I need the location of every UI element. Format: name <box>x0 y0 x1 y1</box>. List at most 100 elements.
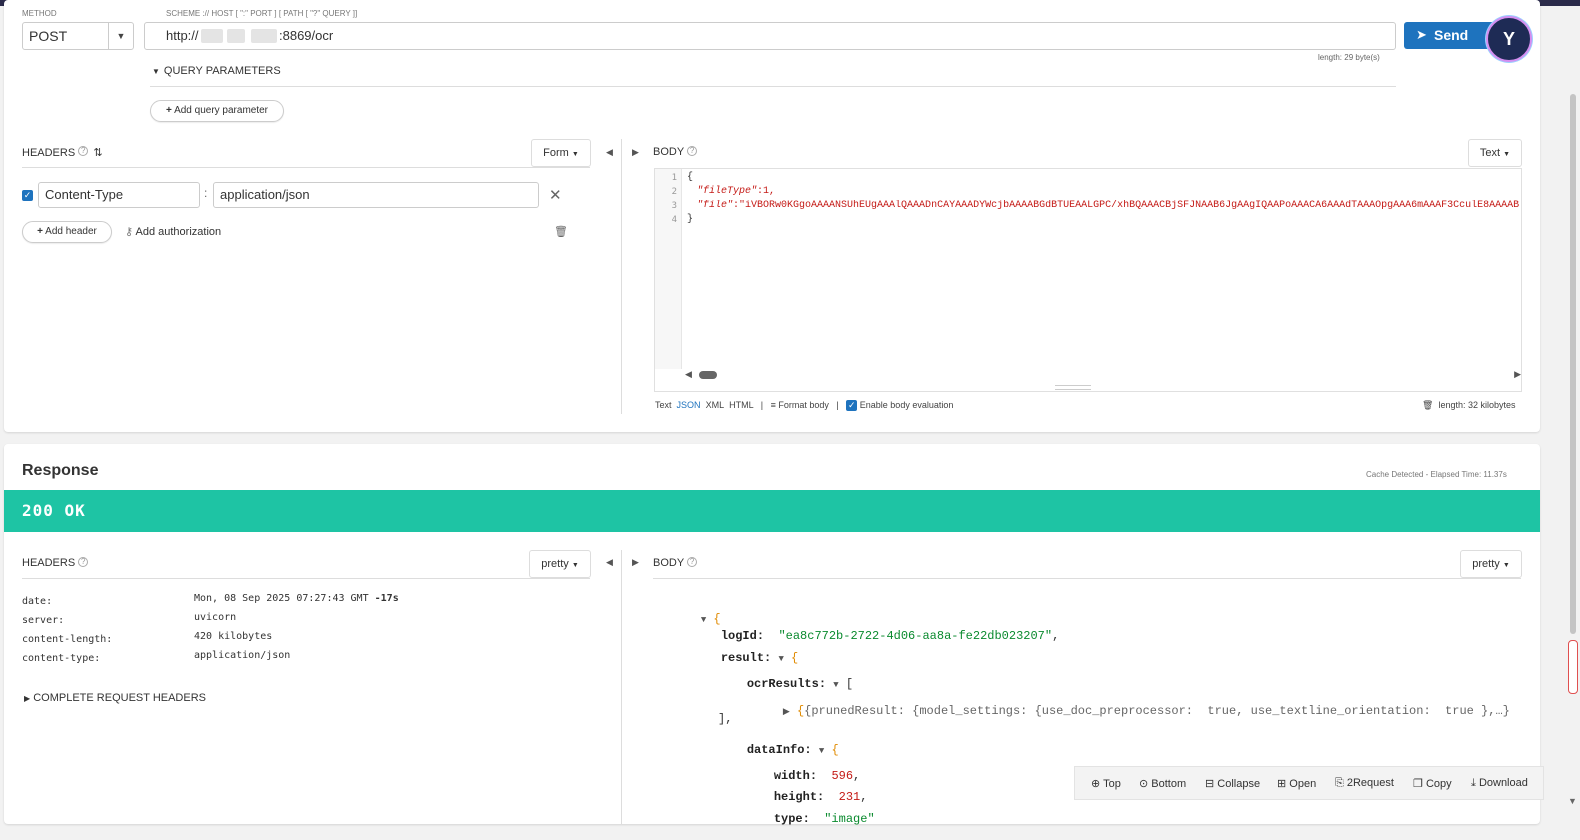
chevron-left-icon[interactable]: ◀ <box>606 557 613 568</box>
copy-label: Copy <box>1425 778 1452 790</box>
plus-icon: + <box>37 226 43 237</box>
arrow-up-icon: ⊕ <box>1091 778 1101 790</box>
format-text[interactable]: Text <box>655 400 672 410</box>
scroll-thumb[interactable] <box>1568 640 1578 694</box>
body-mode-value: Text <box>1479 147 1501 159</box>
scroll-left-icon[interactable]: ◀ <box>685 369 692 380</box>
body-editor[interactable]: 1 2 3 4 { "fileType":1, "file":"iVBORw0K… <box>654 168 1522 392</box>
response-header-extra: -17s <box>374 593 399 604</box>
download-button[interactable]: ⤓ Download <box>1471 777 1528 790</box>
top-label: Top <box>1103 778 1121 790</box>
help-icon[interactable]: ? <box>78 146 89 156</box>
json-key: ocrResults: <box>746 677 827 691</box>
headers-mode-value: Form <box>543 147 569 159</box>
response-header-key: content-type: <box>22 653 101 664</box>
scroll-down-icon[interactable]: ▼ <box>1568 796 1577 806</box>
chevron-right-icon[interactable]: ▶ <box>632 557 639 568</box>
response-headers-mode-dropdown[interactable]: pretty ▼ <box>529 550 591 578</box>
method-label: METHOD <box>22 9 57 18</box>
header-name-input[interactable]: Content-Type <box>38 182 200 208</box>
chevron-down-icon: ▼ <box>571 562 579 569</box>
divider <box>22 578 590 579</box>
header-value-input[interactable]: application/json <box>213 182 539 208</box>
send-label: Send <box>1434 27 1469 43</box>
method-select[interactable]: POST ▼ <box>22 22 134 50</box>
response-header-value-text: Mon, 08 Sep 2025 07:27:43 GMT <box>194 593 369 604</box>
json-row-type: type: "image" <box>745 798 875 840</box>
resize-handle[interactable] <box>1055 385 1091 390</box>
headers-mode-dropdown[interactable]: Form ▼ <box>531 139 591 167</box>
response-body-mode-dropdown[interactable]: pretty ▼ <box>1460 550 1522 578</box>
response-headers-title: HEADERS ? <box>22 557 89 569</box>
format-body-button[interactable]: Format body <box>778 400 829 410</box>
trash-icon[interactable]: 🗑 <box>554 225 568 238</box>
trash-icon[interactable]: 🗑 <box>1422 400 1433 410</box>
top-button[interactable]: ⊕ Top <box>1091 777 1121 790</box>
code-key: "fileType" <box>697 186 758 197</box>
chevron-down-icon[interactable]: ▼ <box>108 23 133 49</box>
header-enabled-checkbox[interactable]: ✓ <box>22 190 33 201</box>
horizontal-scrollbar[interactable]: ◀ ▶ <box>685 369 1521 381</box>
response-header-key: content-length: <box>22 634 113 645</box>
json-string: "ea8c772b-2722-4d06-aa8a-fe22db023207" <box>778 629 1053 643</box>
query-parameters-toggle[interactable]: ▼ QUERY PARAMETERS <box>152 65 281 77</box>
json-collapsed-summary[interactable]: {prunedResult: {model_settings: {use_doc… <box>804 704 1510 718</box>
line-number: 1 <box>671 173 677 183</box>
response-body-title: BODY ? <box>653 557 698 569</box>
code-key: "file" <box>697 200 734 211</box>
add-header-button[interactable]: + Add header <box>22 221 112 243</box>
response-header-value: 420 kilobytes <box>194 631 273 642</box>
collapse-toggle-icon[interactable]: ▼ <box>833 680 838 690</box>
help-icon[interactable]: ? <box>687 557 698 567</box>
sort-icon[interactable]: ⇅ <box>93 147 102 159</box>
scroll-right-icon[interactable]: ▶ <box>1514 369 1521 380</box>
cache-info: Cache Detected - Elapsed Time: 11.37s <box>1366 470 1507 479</box>
redacted-host <box>227 29 245 43</box>
scroll-thumb[interactable] <box>699 371 717 379</box>
page-scrollbar[interactable]: ▼ <box>1566 80 1578 816</box>
collapse-button[interactable]: ⊟ Collapse <box>1205 777 1260 790</box>
body-mode-dropdown[interactable]: Text ▼ <box>1468 139 1522 167</box>
checkbox-icon[interactable]: ✓ <box>846 400 858 412</box>
add-query-parameter-button[interactable]: + Add query parameter <box>150 100 284 122</box>
status-bar: 200 OK <box>4 490 1540 532</box>
body-length-info: 🗑 length: 32 kilobytes <box>1422 400 1516 411</box>
body-format-toolbar: Text JSON XML HTML | ≡ Format body | ✓ E… <box>655 400 954 412</box>
response-header-key: server: <box>22 615 65 626</box>
url-length: length: 29 byte(s) <box>1318 53 1380 62</box>
code-line: { <box>687 172 694 183</box>
close-icon[interactable]: ✕ <box>549 186 562 204</box>
format-xml[interactable]: XML <box>706 400 725 410</box>
response-header-row: server: uvicorn <box>22 612 592 631</box>
url-prefix: http:// <box>166 28 199 43</box>
chevron-left-icon[interactable]: ◀ <box>606 147 613 158</box>
header-value-text: application/json <box>220 187 310 202</box>
clipboard-icon: ⎘ <box>1335 777 1344 789</box>
body-length: length: 32 kilobytes <box>1438 400 1516 410</box>
extension-logo-icon[interactable]: Y <box>1486 16 1532 62</box>
expand-toggle-icon[interactable]: ▶ <box>783 707 790 717</box>
open-button[interactable]: ⊞ Open <box>1277 777 1316 790</box>
bottom-label: Bottom <box>1151 778 1187 790</box>
help-icon[interactable]: ? <box>687 146 698 156</box>
add-authorization-link[interactable]: ⚷ Add authorization <box>125 225 221 238</box>
divider <box>653 578 1521 579</box>
format-html[interactable]: HTML <box>729 400 753 410</box>
complete-request-headers-toggle[interactable]: ▶ COMPLETE REQUEST HEADERS <box>24 692 206 704</box>
response-body-mode-value: pretty <box>1472 558 1500 570</box>
url-input[interactable]: http:// :8869/ocr <box>144 22 1396 50</box>
help-icon[interactable]: ? <box>78 557 89 567</box>
response-header-row: date: Mon, 08 Sep 2025 07:27:43 GMT -17s <box>22 593 592 612</box>
format-json[interactable]: JSON <box>677 400 701 410</box>
body-label: BODY <box>653 146 684 158</box>
response-headers-mode-value: pretty <box>541 558 569 570</box>
code-value: :1, <box>757 186 776 197</box>
to-request-button[interactable]: ⎘ 2Request <box>1335 777 1394 790</box>
bottom-button[interactable]: ⊙ Bottom <box>1139 777 1186 790</box>
chevron-right-icon[interactable]: ▶ <box>632 147 639 158</box>
response-header-value: Mon, 08 Sep 2025 07:27:43 GMT -17s <box>194 593 399 604</box>
panel-divider <box>621 550 622 824</box>
response-header-value: application/json <box>194 650 291 661</box>
copy-button[interactable]: ❐ Copy <box>1413 777 1452 790</box>
scroll-track <box>1570 94 1576 634</box>
